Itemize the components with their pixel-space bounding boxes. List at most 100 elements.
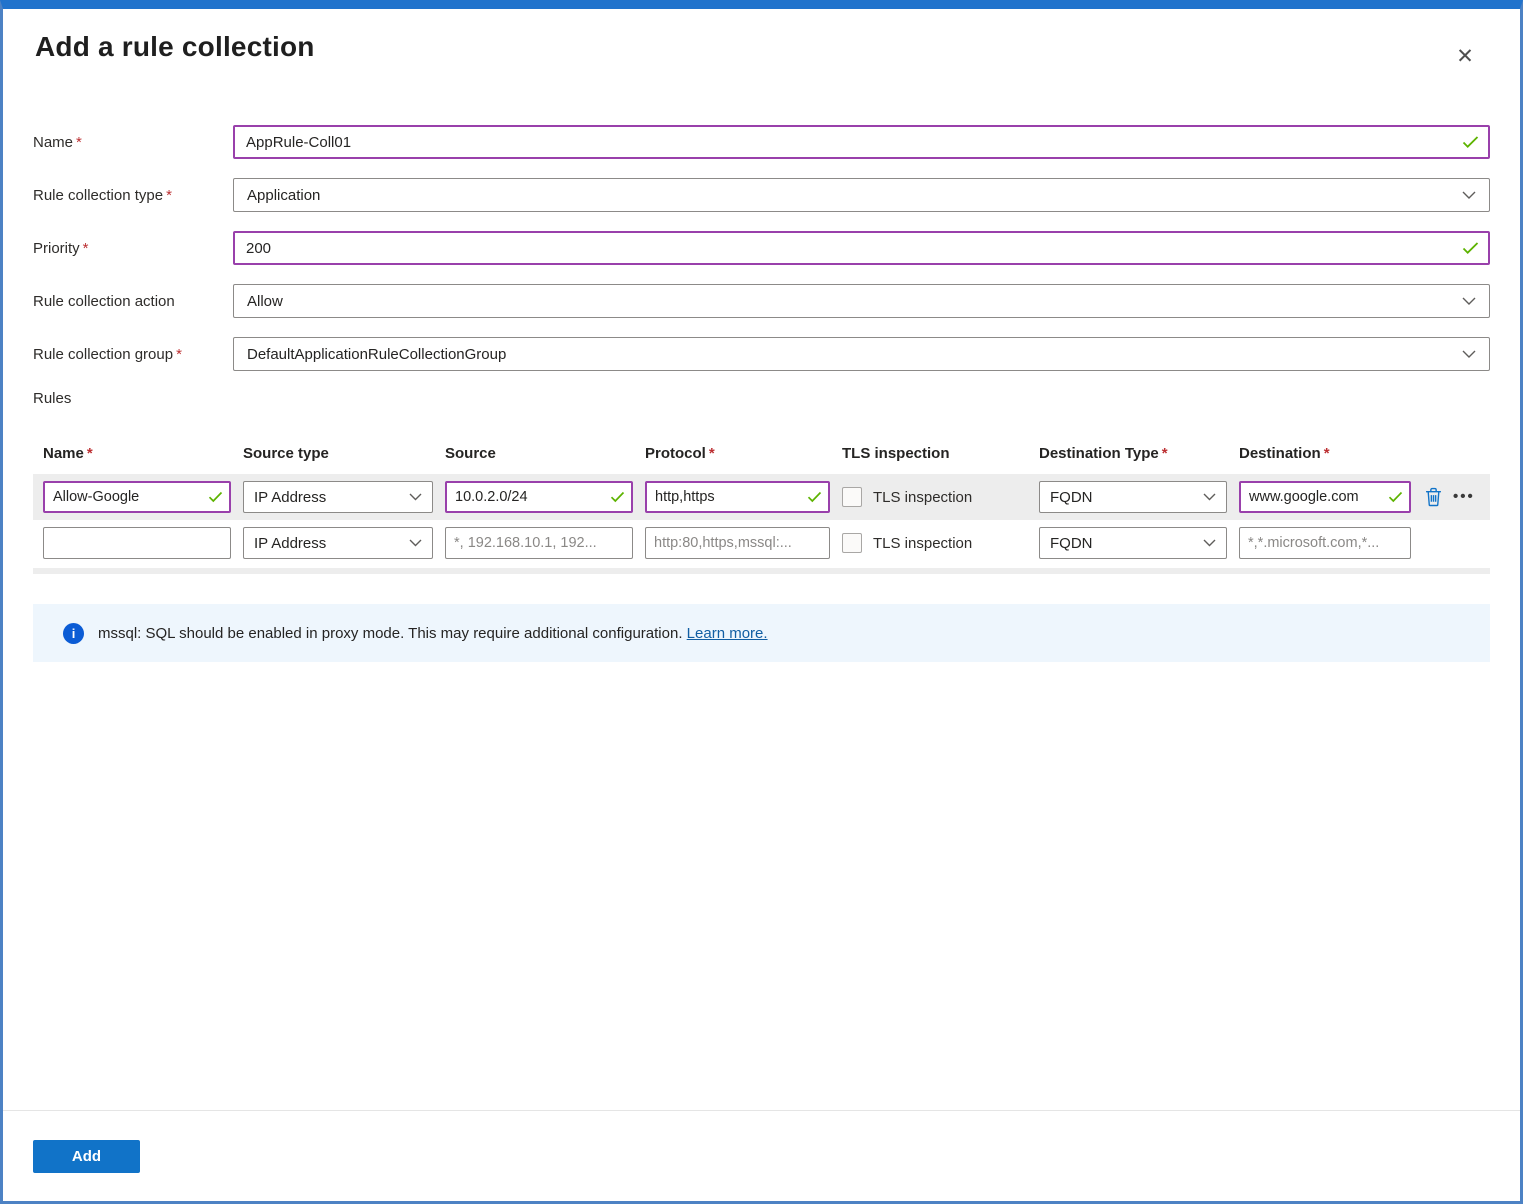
rule-destination-cell [1239,481,1411,513]
tls-inspection-checkbox[interactable] [842,487,862,507]
learn-more-link[interactable]: Learn more. [687,625,768,642]
chevron-down-icon [409,539,422,547]
valid-check-icon [610,491,625,503]
column-header-name: Name* [43,445,231,462]
chevron-down-icon [409,493,422,501]
rule-name-cell [43,527,231,559]
required-asterisk: * [76,134,82,151]
required-asterisk: * [709,445,715,462]
column-header-destination-type: Destination Type* [1039,445,1227,462]
required-asterisk: * [1162,445,1168,462]
dialog-header: Add a rule collection ✕ [33,31,1490,63]
required-asterisk: * [176,346,182,363]
tls-inspection-label: TLS inspection [873,489,972,506]
rule-source-input[interactable] [445,481,633,513]
rule-source-input[interactable] [445,527,633,559]
valid-check-icon [807,491,822,503]
valid-check-icon [1462,136,1479,149]
select-value: FQDN [1050,535,1093,552]
rule-protocol-input[interactable] [645,527,830,559]
name-input[interactable] [233,125,1490,159]
info-icon: i [63,623,84,644]
column-header-destination: Destination* [1239,445,1411,462]
chevron-down-icon [1462,297,1476,305]
tls-inspection-label: TLS inspection [873,535,972,552]
name-label: Name* [33,134,233,151]
rule-protocol-cell [645,527,830,559]
valid-check-icon [208,491,223,503]
chevron-down-icon [1462,350,1476,358]
rule-tls-cell: TLS inspection [842,487,1027,507]
chevron-down-icon [1462,191,1476,199]
select-value: FQDN [1050,489,1093,506]
rule-collection-type-select[interactable]: Application [233,178,1490,212]
name-field-row: Name* [33,125,1490,159]
column-header-source-type: Source type [243,445,433,462]
rule-name-cell [43,481,231,513]
tls-inspection-checkbox[interactable] [842,533,862,553]
close-button[interactable]: ✕ [1448,39,1482,73]
rule-collection-group-label: Rule collection group* [33,346,233,363]
rules-section-label: Rules [33,390,1490,407]
delete-rule-button[interactable] [1423,485,1444,509]
rule-collection-action-select[interactable]: Allow [233,284,1490,318]
select-value: IP Address [254,535,326,552]
rule-destination-input[interactable] [1239,481,1411,513]
column-header-tls-inspection: TLS inspection [842,445,1027,462]
more-options-button[interactable]: ••• [1451,495,1477,499]
rule-destination-input[interactable] [1239,527,1411,559]
info-banner-text: mssql: SQL should be enabled in proxy mo… [98,625,768,642]
rule-row-1: IP Address TLS inspection FQDN [33,474,1490,520]
required-asterisk: * [1324,445,1330,462]
rule-collection-form: Name* Rule collection type* Application … [33,125,1490,371]
rule-destination-cell [1239,527,1411,559]
required-asterisk: * [83,240,89,257]
rule-protocol-input[interactable] [645,481,830,513]
rule-collection-group-select[interactable]: DefaultApplicationRuleCollectionGroup [233,337,1490,371]
rule-collection-type-row: Rule collection type* Application [33,178,1490,212]
close-icon: ✕ [1456,45,1474,68]
valid-check-icon [1462,242,1479,255]
priority-input-wrap [233,231,1490,265]
priority-label: Priority* [33,240,233,257]
select-value: DefaultApplicationRuleCollectionGroup [247,346,506,363]
chevron-down-icon [1203,493,1216,501]
rule-destination-type-select[interactable]: FQDN [1039,481,1227,513]
chevron-down-icon [1203,539,1216,547]
trash-icon [1425,495,1442,510]
rule-protocol-cell [645,481,830,513]
required-asterisk: * [166,187,172,204]
page-title: Add a rule collection [35,31,1490,63]
info-banner: i mssql: SQL should be enabled in proxy … [33,604,1490,662]
rule-name-input[interactable] [43,481,231,513]
valid-check-icon [1388,491,1403,503]
column-header-protocol: Protocol* [645,445,830,462]
dialog-footer: Add [3,1110,1520,1201]
select-value: Application [247,187,320,204]
rule-destination-type-select[interactable]: FQDN [1039,527,1227,559]
rule-collection-group-row: Rule collection group* DefaultApplicatio… [33,337,1490,371]
select-value: Allow [247,293,283,310]
rule-collection-type-label: Rule collection type* [33,187,233,204]
priority-input[interactable] [233,231,1490,265]
rule-source-cell [445,527,633,559]
name-input-wrap [233,125,1490,159]
rule-source-cell [445,481,633,513]
rule-tls-cell: TLS inspection [842,533,1027,553]
rule-collection-action-row: Rule collection action Allow [33,284,1490,318]
rule-name-input[interactable] [43,527,231,559]
priority-field-row: Priority* [33,231,1490,265]
table-bottom-divider [33,568,1490,574]
rule-actions-cell: ••• [1423,485,1480,509]
required-asterisk: * [87,445,93,462]
select-value: IP Address [254,489,326,506]
ellipsis-icon: ••• [1453,488,1475,505]
rule-source-type-select[interactable]: IP Address [243,527,433,559]
rule-source-type-select[interactable]: IP Address [243,481,433,513]
add-button[interactable]: Add [33,1140,140,1173]
rules-table-header: Name* Source type Source Protocol* TLS i… [33,445,1490,462]
column-header-source: Source [445,445,633,462]
rule-collection-action-label: Rule collection action [33,293,233,310]
rule-row-2: IP Address TLS inspection FQDN [33,520,1490,566]
rules-table: Name* Source type Source Protocol* TLS i… [33,445,1490,574]
